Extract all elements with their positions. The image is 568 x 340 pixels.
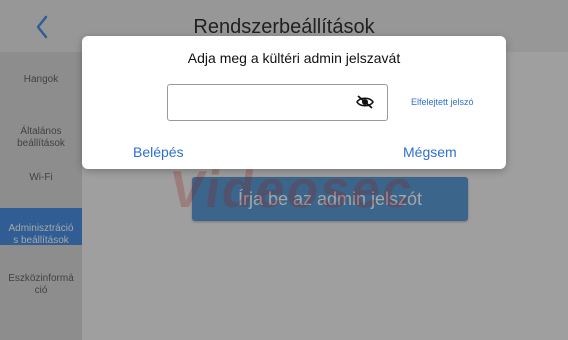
eye-off-icon[interactable] bbox=[356, 94, 374, 110]
forgot-password-link[interactable]: Elfelejtett jelszó bbox=[411, 97, 474, 107]
dialog-title: Adja meg a kültéri admin jelszavát bbox=[187, 50, 401, 66]
cancel-button[interactable]: Mégsem bbox=[403, 144, 457, 160]
password-field[interactable] bbox=[167, 84, 388, 121]
app-window: Rendszerbeállítások Hangok Általános beá… bbox=[0, 0, 568, 340]
login-button[interactable]: Belépés bbox=[133, 144, 184, 160]
password-dialog: Adja meg a kültéri admin jelszavát Elfel… bbox=[82, 36, 506, 169]
